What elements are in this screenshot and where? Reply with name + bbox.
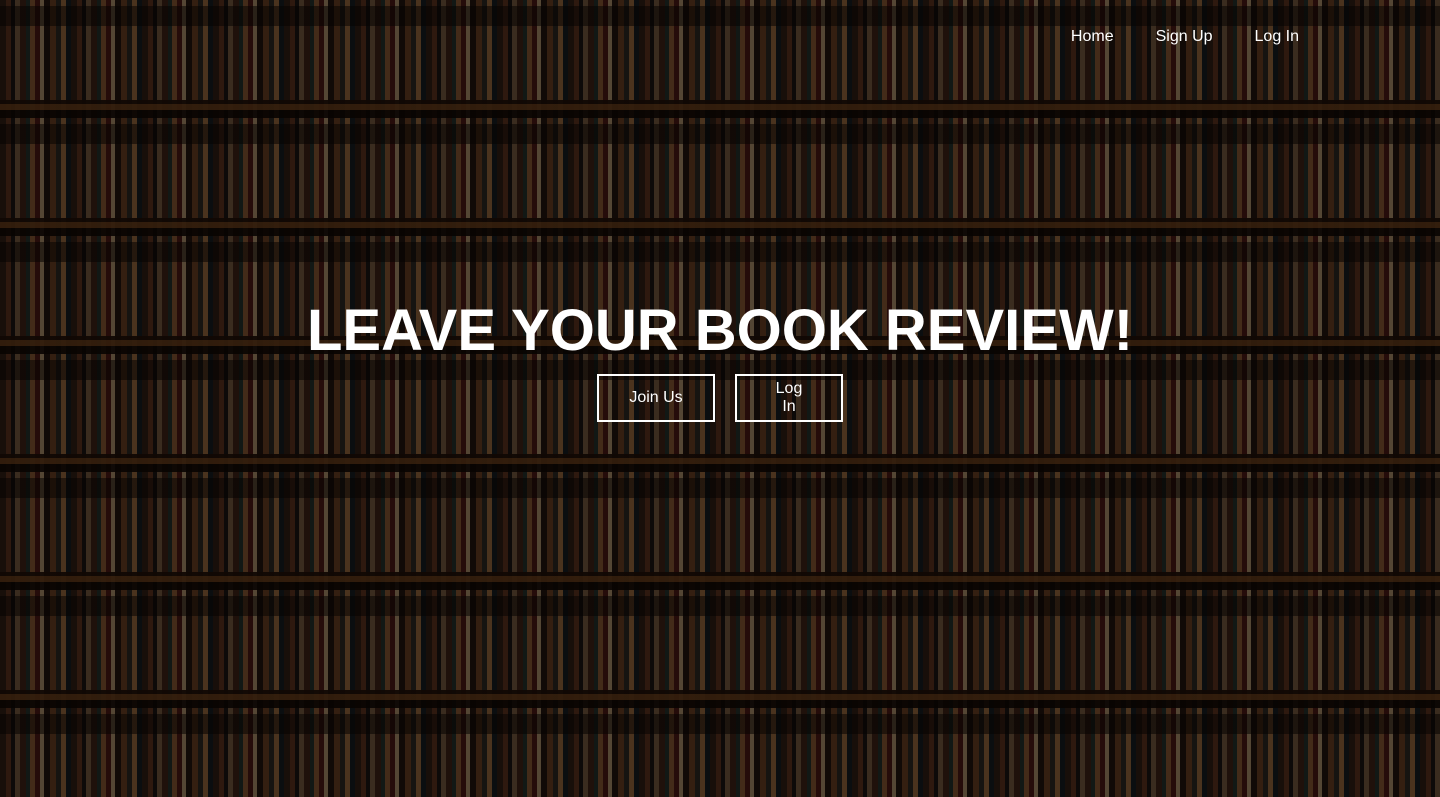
nav-home-link[interactable]: Home [1050, 24, 1135, 50]
nav-signup-link[interactable]: Sign Up [1135, 24, 1234, 50]
hero-content: LEAVE YOUR BOOK REVIEW! Join Us Log In [0, 298, 1440, 422]
log-in-button[interactable]: Log In [735, 374, 843, 422]
hero-buttons: Join Us Log In [0, 374, 1440, 422]
hero-title: LEAVE YOUR BOOK REVIEW! [306, 298, 1134, 363]
nav-login-link[interactable]: Log In [1234, 24, 1320, 50]
hero-section: Home Sign Up Log In LEAVE YOUR BOOK REVI… [0, 0, 1440, 797]
top-navigation: Home Sign Up Log In [1050, 24, 1320, 50]
join-us-button[interactable]: Join Us [597, 374, 715, 422]
